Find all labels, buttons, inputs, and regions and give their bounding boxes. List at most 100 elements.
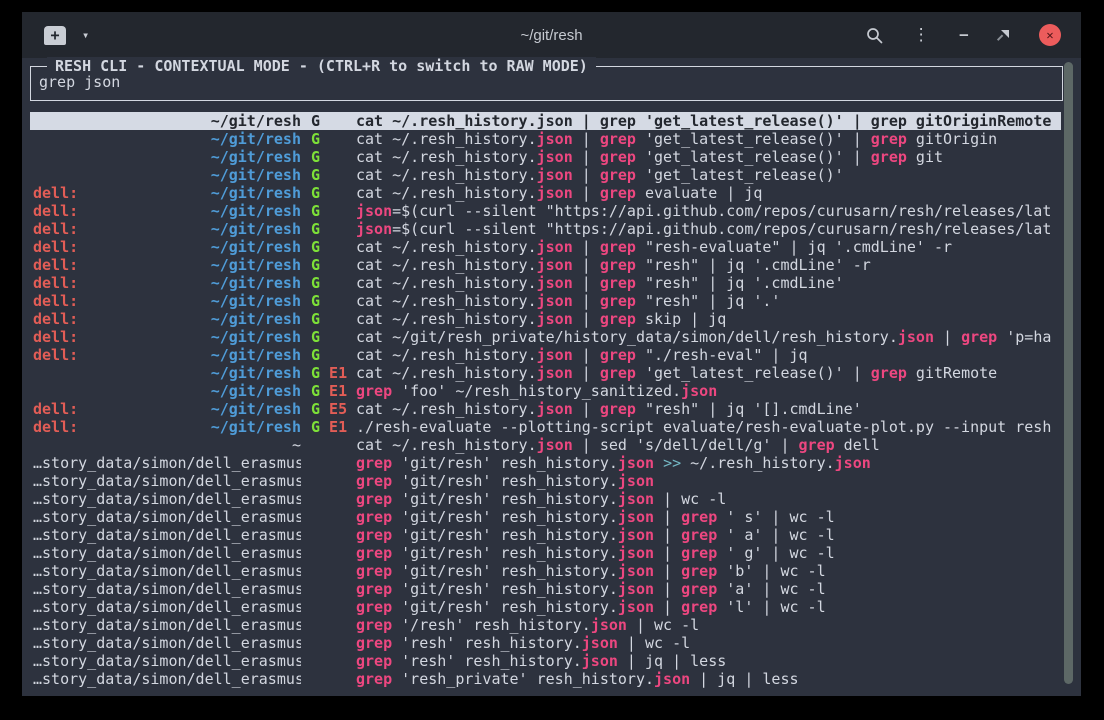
command-text: grep 'git/resh' resh_history.json | grep… <box>347 508 1061 526</box>
operator-highlight: >> <box>663 454 681 472</box>
history-row[interactable]: …story_data/simon/dell_erasmusgrep 'git/… <box>30 508 1061 526</box>
history-row[interactable]: …story_data/simon/dell_erasmusgrep 'git/… <box>30 544 1061 562</box>
status-flags: G E1 <box>301 382 347 400</box>
history-row[interactable]: …story_data/simon/dell_erasmusgrep 'git/… <box>30 598 1061 616</box>
match-highlight: json <box>537 256 573 274</box>
match-highlight: json <box>582 652 618 670</box>
match-highlight: grep <box>356 652 392 670</box>
resh-query-box: RESH CLI - CONTEXTUAL MODE - (CTRL+R to … <box>30 66 1063 101</box>
status-flags <box>301 652 347 670</box>
history-row[interactable]: dell:~/git/reshGcat ~/.resh_history.json… <box>30 292 1061 310</box>
history-row[interactable]: ~/git/reshGcat ~/.resh_history.json | gr… <box>30 166 1061 184</box>
git-flag: G <box>311 382 320 400</box>
match-highlight: json <box>618 508 654 526</box>
exit-code-flag: E1 <box>320 382 347 400</box>
match-highlight: json <box>537 292 573 310</box>
match-highlight: grep <box>356 670 392 688</box>
history-row[interactable]: dell:~/git/reshGcat ~/.resh_history.json… <box>30 256 1061 274</box>
history-row[interactable]: …story_data/simon/dell_erasmusgrep 'git/… <box>30 490 1061 508</box>
status-flags <box>301 562 347 580</box>
match-highlight: grep <box>600 274 636 292</box>
path-label: …story_data/simon/dell_erasmus <box>33 670 301 688</box>
history-row[interactable]: …story_data/simon/dell_erasmusgrep '/res… <box>30 616 1061 634</box>
match-highlight: json <box>654 670 690 688</box>
path-label: …story_data/simon/dell_erasmus <box>33 490 301 508</box>
history-row[interactable]: …story_data/simon/dell_erasmus grep 'git/… <box>30 562 1061 580</box>
history-row[interactable]: dell:~/git/reshGcat ~/.resh_history.json… <box>30 184 1061 202</box>
history-row[interactable]: …story_data/simon/dell_erasmusgrep 'git/… <box>30 526 1061 544</box>
history-row[interactable]: dell:~/git/reshG E5cat ~/.resh_history.j… <box>30 400 1061 418</box>
match-highlight: grep <box>681 544 717 562</box>
path-label: ~/git/resh <box>211 148 301 166</box>
status-flags <box>301 598 347 616</box>
match-highlight: json <box>835 454 871 472</box>
command-text: grep 'git/resh' resh_history.json | grep… <box>347 562 1061 580</box>
command-text: grep 'git/resh' resh_history.json | grep… <box>347 598 1061 616</box>
row-left-columns: dell:~/git/resh <box>33 238 301 256</box>
history-row[interactable]: dell:~/git/reshGcat ~/.resh_history.json… <box>30 346 1061 364</box>
command-text: cat ~/.resh_history.json | grep 'get_lat… <box>347 166 1061 184</box>
restore-icon[interactable] <box>998 30 1009 41</box>
host-label: dell: <box>33 202 78 220</box>
history-row[interactable]: ~/git/reshGcat ~/.resh_history.json | gr… <box>30 130 1061 148</box>
history-row[interactable]: dell:~/git/reshGcat ~/.resh_history.json… <box>30 310 1061 328</box>
new-tab-button[interactable]: + <box>44 26 66 45</box>
command-text: cat ~/.resh_history.json | grep 'get_lat… <box>347 148 1061 166</box>
row-left-columns: …story_data/simon/dell_erasmus <box>33 490 301 508</box>
search-icon[interactable] <box>866 27 883 44</box>
host-label: dell: <box>33 310 78 328</box>
history-row[interactable]: …story_data/simon/dell_erasmusgrep 'git/… <box>30 580 1061 598</box>
command-text: cat ~/.resh_history.json | grep evaluate… <box>347 184 1061 202</box>
history-row[interactable]: ~/git/reshGcat ~/.resh_history.json | gr… <box>30 112 1061 130</box>
history-row[interactable]: dell:~/git/reshGcat ~/git/resh_private/h… <box>30 328 1061 346</box>
match-highlight: json <box>591 616 627 634</box>
minimize-icon[interactable]: – <box>960 27 968 43</box>
git-flag: G <box>311 130 320 148</box>
match-highlight: grep <box>356 382 392 400</box>
command-text: grep 'foo' ~/resh_history_sanitized.json <box>347 382 1061 400</box>
path-label: …story_data/simon/dell_erasmus <box>33 652 301 670</box>
history-row[interactable]: dell:~/git/reshGjson=$(curl --silent "ht… <box>30 202 1061 220</box>
git-flag: G <box>311 292 320 310</box>
row-left-columns: …story_data/simon/dell_erasmus <box>33 562 301 580</box>
match-highlight: grep <box>961 328 997 346</box>
history-row[interactable]: …story_data/simon/dell_erasmusgrep 'git/… <box>30 472 1061 490</box>
path-label: …story_data/simon/dell_erasmus <box>33 472 301 490</box>
match-highlight: grep <box>600 184 636 202</box>
match-highlight: json <box>618 580 654 598</box>
git-flag: G <box>311 256 320 274</box>
git-flag: G <box>311 220 320 238</box>
menu-kebab-icon[interactable]: ⋮ <box>913 25 930 45</box>
git-flag: G <box>311 346 320 364</box>
path-label: ~/git/resh <box>211 112 301 130</box>
history-row[interactable]: ~/git/reshG E1cat ~/.resh_history.json |… <box>30 364 1061 382</box>
history-row[interactable]: dell:~/git/reshGcat ~/.resh_history.json… <box>30 274 1061 292</box>
host-label: dell: <box>33 274 78 292</box>
match-highlight: json <box>618 562 654 580</box>
match-highlight: grep <box>356 616 392 634</box>
close-icon[interactable]: ✕ <box>1039 24 1061 46</box>
history-row[interactable]: …story_data/simon/dell_erasmusgrep 'git/… <box>30 454 1061 472</box>
host-label: dell: <box>33 220 78 238</box>
row-left-columns: ~ <box>33 436 301 454</box>
git-flag: G <box>311 238 320 256</box>
history-row[interactable]: ~/git/reshG E1grep 'foo' ~/resh_history_… <box>30 382 1061 400</box>
history-row[interactable]: …story_data/simon/dell_erasmusgrep 'resh… <box>30 670 1061 688</box>
history-row[interactable]: dell:~/git/reshG E1./resh-evaluate --plo… <box>30 418 1061 436</box>
row-left-columns: dell:~/git/resh <box>33 220 301 238</box>
match-highlight: grep <box>600 364 636 382</box>
scrollbar[interactable] <box>1064 62 1073 684</box>
history-row[interactable]: …story_data/simon/dell_erasmusgrep 'resh… <box>30 652 1061 670</box>
match-highlight: json <box>582 634 618 652</box>
history-row[interactable]: …story_data/simon/dell_erasmusgrep 'resh… <box>30 634 1061 652</box>
match-highlight: json <box>618 526 654 544</box>
history-row[interactable]: dell:~/git/reshGcat ~/.resh_history.json… <box>30 238 1061 256</box>
history-row[interactable]: ~/git/reshGcat ~/.resh_history.json | gr… <box>30 148 1061 166</box>
path-label: ~/git/resh <box>211 166 301 184</box>
path-label: …story_data/simon/dell_erasmus <box>33 616 301 634</box>
chevron-down-icon[interactable]: ▾ <box>82 29 89 41</box>
path-label: ~/git/resh <box>211 364 301 382</box>
match-highlight: grep <box>600 292 636 310</box>
history-row[interactable]: dell:~/git/reshGjson=$(curl --silent "ht… <box>30 220 1061 238</box>
history-row[interactable]: ~cat ~/.resh_history.json | sed 's/dell/… <box>30 436 1061 454</box>
